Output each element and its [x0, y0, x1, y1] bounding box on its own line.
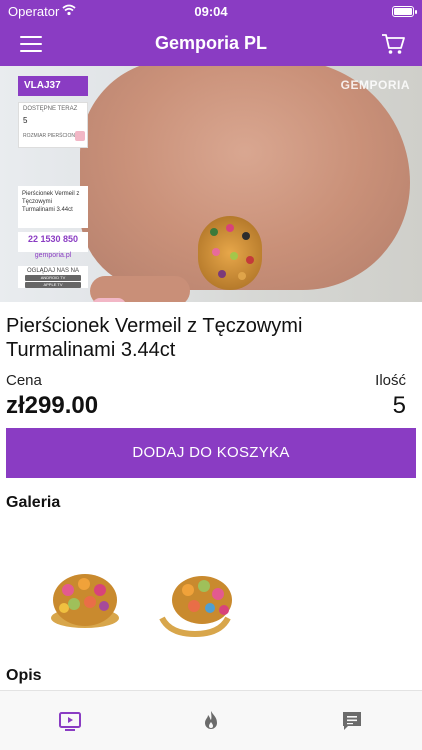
size-badge: [75, 131, 85, 141]
status-time: 09:04: [194, 4, 228, 19]
gem-dot: [238, 272, 246, 280]
gallery-title: Galeria: [6, 494, 61, 511]
gallery-ring-front-image[interactable]: [40, 560, 130, 640]
panel-url: gemporia.pl: [34, 252, 72, 259]
tab-chat[interactable]: [282, 699, 422, 739]
nail-image: [92, 298, 126, 302]
product-title: Pierścionek Vermeil z Tęczowymi Turmalin…: [6, 315, 303, 361]
gemporia-watermark: GEMPORIA: [340, 78, 410, 92]
product-code: VLAJ37: [18, 76, 88, 96]
status-bar: Operator 09:04: [0, 0, 422, 22]
gem-dot: [218, 270, 226, 278]
gem-dot: [246, 256, 254, 264]
watch-us-on: OGLĄDAJ NAS NA ANDROID TV APPLE TV: [18, 266, 88, 288]
gallery: [40, 560, 390, 640]
available-label: DOSTĘPNE TERAZ: [23, 106, 78, 112]
app-header: Operator 09:04 Gemporia PL: [0, 0, 422, 66]
tab-bar: [0, 690, 422, 750]
android-tv-badge: ANDROID TV: [25, 275, 81, 281]
availability-box: DOSTĘPNE TERAZ 5 ROZMIAR PIERŚCIONKA: [18, 102, 88, 148]
description-title: Opis: [6, 667, 42, 684]
price-value: zł299.00: [6, 392, 99, 419]
nav-title: Gemporia PL: [154, 33, 268, 53]
panel-description: Pierścionek Vermeil z Tęczowymi Turmalin…: [18, 186, 88, 228]
gallery-ring-side-image[interactable]: [150, 560, 240, 640]
chat-icon: [343, 712, 361, 730]
nav-bar: Gemporia PL: [0, 22, 422, 66]
tab-hot-deals[interactable]: [141, 699, 281, 739]
gem-dot: [230, 252, 238, 260]
gem-dot: [210, 228, 218, 236]
gem-dot: [226, 224, 234, 232]
available-value: 5: [23, 116, 28, 125]
gem-dot: [212, 248, 220, 256]
tab-live-tv[interactable]: [0, 699, 140, 739]
add-to-cart-button[interactable]: DODAJ DO KOSZYKA: [6, 428, 416, 478]
price-label: Cena: [6, 372, 42, 389]
quantity-label: Ilość: [375, 372, 406, 389]
live-video[interactable]: GEMPORIA VLAJ37 DOSTĘPNE TERAZ 5 ROZMIAR…: [0, 66, 422, 302]
battery-icon: [392, 6, 417, 17]
size-label: ROZMIAR PIERŚCIONKA: [23, 133, 82, 139]
flame-icon: [205, 711, 217, 729]
cart-icon[interactable]: [380, 31, 406, 57]
apple-tv-badge: APPLE TV: [25, 282, 81, 288]
watch-label: OGLĄDAJ NAS NA: [26, 268, 79, 274]
gem-dot: [242, 232, 250, 240]
tv-play-icon: [59, 712, 81, 731]
quantity-value[interactable]: 5: [393, 392, 406, 420]
panel-phone: 22 1530 850: [18, 232, 88, 252]
tv-info-panel: VLAJ37 DOSTĘPNE TERAZ 5 ROZMIAR PIERŚCIO…: [18, 76, 90, 288]
